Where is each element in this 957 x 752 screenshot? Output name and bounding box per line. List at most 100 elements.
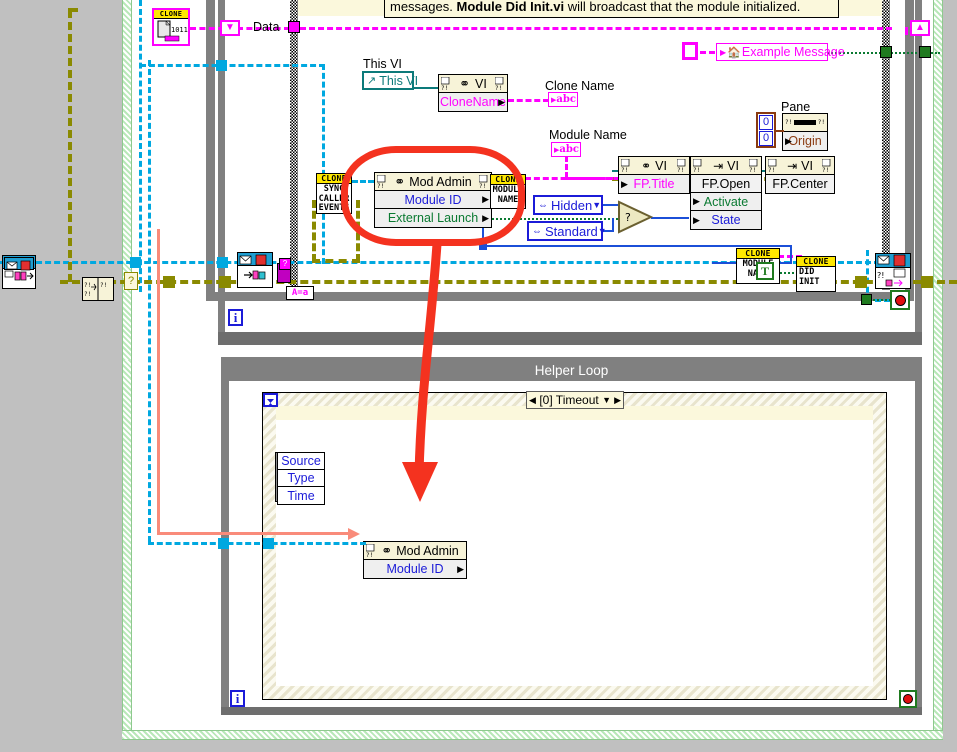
pane-origin-y[interactable]: 0 [759, 131, 773, 146]
right-question-node[interactable]: ? [279, 258, 291, 270]
clone-file-node[interactable]: CLONE 10110I [152, 8, 196, 46]
clonename-property-node[interactable]: ?! ⚭ VI ?! CloneName ▶ [438, 74, 508, 112]
pane-origin-cluster-constant[interactable]: 0 0 [756, 112, 776, 148]
select-triangle-icon: ? [618, 200, 654, 234]
right-vi-icon-node-1[interactable] [237, 252, 273, 288]
envelope-stack-icon [4, 270, 34, 281]
fp-title-node-title: ?! ⚭ VI ?! [619, 157, 689, 175]
svg-text:?!: ?! [677, 167, 684, 173]
tunnel-green-right-1[interactable] [880, 46, 892, 58]
case-dropdown-icon[interactable]: ▼ [602, 395, 611, 405]
enum-hidden[interactable]: ⇔ Hidden ▼ [533, 195, 603, 215]
data-wire-label: Data [253, 20, 280, 34]
case-next-arrow-icon[interactable]: ▶ [614, 395, 621, 406]
enum-standard-label: Standard [545, 223, 598, 239]
unbundle-row-source[interactable]: Source [278, 453, 324, 470]
wire-data-magenta-2 [300, 27, 892, 30]
clone-name-abc: abc [556, 94, 576, 105]
right-vi-icon-node-2[interactable]: ?! [875, 253, 911, 289]
annotation-highlight-oval [341, 146, 525, 246]
triangle-up-glyph: ▲ [915, 22, 925, 33]
helper-case-selector[interactable]: ◀ [0] Timeout ▼ ▶ [526, 391, 624, 409]
svg-text:?!: ?! [693, 167, 700, 173]
enum-standard[interactable]: ⇔ Standard ▼ [527, 221, 607, 241]
helper-loop-stop-terminal[interactable] [899, 690, 917, 708]
clonename-row[interactable]: CloneName ▶ [439, 93, 507, 111]
wire-magenta-modname-v [565, 156, 568, 178]
comment-bold: Module Did Init.vi [456, 0, 565, 14]
fp-open-state-label: State [711, 213, 741, 227]
event-loop-stop-terminal[interactable] [890, 290, 910, 310]
fp-title-property-node[interactable]: ?! ⚭ VI ?! ▶ FP.Title [618, 156, 690, 194]
unbundle-by-name[interactable]: Source Type Time [277, 452, 325, 505]
query-message-icon: ?! [877, 268, 906, 287]
tunnel-green-right-2[interactable] [919, 46, 931, 58]
unbundle-row-time[interactable]: Time [278, 487, 324, 504]
helper-iteration-label: i [235, 691, 240, 706]
mod-admin-helper-row-module-id[interactable]: Module ID ▶ [364, 560, 466, 578]
fp-open-row-method[interactable]: FP.Open [691, 175, 761, 193]
structure-bottom-bar-shadow [218, 332, 922, 345]
svg-text:?!: ?! [84, 282, 91, 289]
module-name-indicator[interactable]: ▶ abc [551, 142, 581, 157]
chevron-down-icon[interactable]: ▼ [592, 200, 601, 210]
fp-open-row-state[interactable]: ▶ State [691, 211, 761, 229]
wire-cyan-vert-a [139, 0, 142, 292]
svg-text:?!: ?! [100, 282, 107, 289]
fp-open-row-activate[interactable]: ▶ Activate [691, 193, 761, 211]
did-init-body: DID INIT [797, 267, 835, 287]
svg-text:?!: ?! [877, 271, 884, 280]
wire-blue-standard-out-v [612, 218, 614, 232]
a-equals-a-node[interactable]: A=a [286, 286, 314, 300]
outer-structure-border-bottom [122, 730, 943, 740]
clonename-out-terminal-icon: ▶ [498, 96, 505, 107]
fp-center-row[interactable]: FP.Center [766, 175, 834, 193]
clone-name-indicator[interactable]: ▶ abc [548, 92, 578, 107]
left-structure-iteration-terminal: i [228, 309, 243, 326]
wire-junction-cyan-3 [217, 257, 228, 268]
fp-open-method-label: FP.Open [701, 176, 751, 191]
case-selector-tunnel-left[interactable]: ? [124, 272, 138, 290]
did-init-header: CLONE [797, 257, 835, 267]
true-constant-label: T [760, 263, 769, 278]
left-index-array-node[interactable]: ?! ?! ?! [82, 277, 114, 301]
pane-label: Pane [781, 100, 811, 114]
fp-open-node-label: VI [727, 158, 739, 173]
helper-loop-title: Helper Loop [534, 363, 609, 378]
fp-center-node-label: VI [801, 158, 813, 173]
example-message-node[interactable]: ▶ 🏠 Example Message [716, 43, 845, 61]
callout-salmon-vert [157, 229, 160, 534]
case-prev-arrow-icon[interactable]: ◀ [529, 395, 536, 406]
true-constant[interactable]: T [756, 262, 774, 280]
this-vi-constant[interactable]: ↗ This VI [362, 71, 418, 90]
chevron-down-icon-2[interactable]: ▼ [598, 226, 607, 236]
data-merge-node-icon[interactable]: ▲ [910, 20, 930, 36]
pane-origin-x[interactable]: 0 [759, 115, 773, 130]
fp-open-property-node[interactable]: ?! ⇥ VI ?! FP.Open ▶ Activate ▶ State [690, 156, 762, 230]
property-node-glyph-icon: ?! [441, 76, 450, 91]
pane-origin-property-node[interactable]: ?! ?! ▶ Origin [782, 113, 828, 151]
svg-text:?!: ?! [749, 167, 756, 173]
pane-origin-row[interactable]: ▶ Origin [783, 132, 827, 150]
helper-module-id-out-terminal-icon: ▶ [457, 563, 464, 574]
wire-blue-sel-out [651, 217, 689, 219]
tunnel-green-stop[interactable] [861, 294, 872, 305]
fp-center-property-node[interactable]: ?! ⇥ VI ?! FP.Center [765, 156, 835, 194]
example-message-tunnel[interactable] [682, 42, 698, 60]
select-primitive[interactable]: ? [617, 200, 654, 234]
svg-text:?!: ?! [822, 167, 829, 173]
mod-admin-helper[interactable]: ?! ⚭ Mod Admin Module ID ▶ [363, 541, 467, 579]
svg-text:?: ? [625, 211, 631, 224]
unbundle-row-type[interactable]: Type [278, 470, 324, 487]
data-compound-node-icon[interactable]: ▼ [220, 20, 240, 36]
did-init-clone-node[interactable]: CLONE DID INIT [796, 256, 836, 292]
fp-title-row[interactable]: ▶ FP.Title [619, 175, 689, 193]
clonename-node-title: ?! ⚭ VI ?! [439, 75, 507, 93]
wire-junction-cyan-helper-1 [218, 538, 229, 549]
property-node-glyph-icon-fpt-r: ?! [677, 158, 686, 173]
tunnel-data-magenta[interactable] [288, 21, 300, 33]
msg-in-terminal-icon: ▶ [720, 47, 727, 57]
invoke-node-icon-2: ⇥ [787, 158, 798, 173]
wire-junction-olive-1 [163, 276, 175, 288]
left-iteration-label: i [233, 310, 238, 325]
